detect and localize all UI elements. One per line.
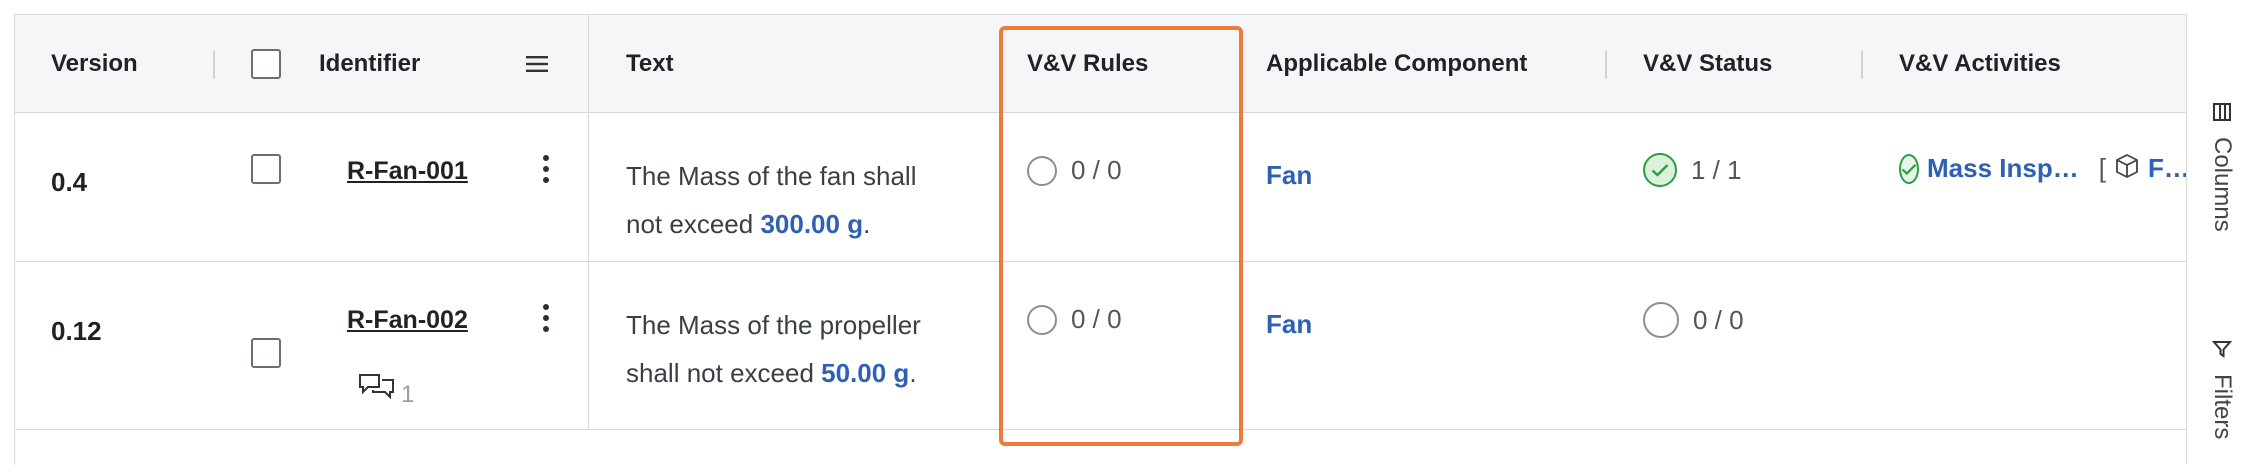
row-checkbox[interactable]	[251, 154, 281, 184]
select-all-checkbox-cell	[251, 15, 281, 112]
row-menu-icon[interactable]	[541, 304, 551, 332]
check-circle-icon	[1899, 153, 1919, 184]
empty-status-icon	[1027, 155, 1057, 186]
grid-header: Version Identifier Text V&V Rules Applic…	[15, 15, 2187, 113]
activity-link[interactable]: Mass Insp…	[1927, 153, 2079, 184]
column-resize-handle[interactable]	[213, 51, 215, 79]
requirement-value[interactable]: 50.00 g	[821, 358, 909, 388]
comments-indicator[interactable]: 1	[357, 372, 414, 409]
vv-status-count: 1 / 1	[1691, 154, 1742, 185]
vv-status-cell: 1 / 1	[1643, 153, 1742, 187]
comment-count: 1	[401, 381, 415, 408]
vv-activities-cell: Mass Insp… [ F…	[1899, 153, 2187, 184]
header-version-label: Version	[51, 49, 138, 77]
comment-icon	[357, 372, 397, 409]
columns-tab[interactable]: Columns	[2187, 102, 2256, 232]
row-select-cell	[251, 338, 281, 368]
header-vv-rules[interactable]: V&V Rules	[1027, 15, 1148, 112]
vv-status-cell: 0 / 0	[1643, 302, 1744, 338]
vv-rules-count: 0 / 0	[1071, 304, 1122, 334]
requirement-identifier-link[interactable]: R-Fan-002	[347, 306, 468, 335]
requirement-text: The Mass of the fan shall not exceed 300…	[626, 152, 956, 248]
select-all-checkbox[interactable]	[251, 48, 281, 79]
header-vv-rules-label: V&V Rules	[1027, 49, 1149, 77]
columns-icon	[2212, 102, 2232, 127]
filters-tab-label: Filters	[2209, 374, 2236, 440]
activity-component-link[interactable]: F…	[2148, 153, 2187, 184]
header-vv-activities[interactable]: V&V Activities	[1899, 15, 2061, 112]
empty-status-icon	[1643, 302, 1679, 338]
activity-bracket: [	[2098, 153, 2106, 183]
column-resize-handle[interactable]	[1861, 51, 1863, 79]
requirement-text-end: .	[863, 209, 871, 239]
filter-icon	[2211, 339, 2233, 364]
version-value: 0.4	[51, 167, 88, 197]
vv-rules-cell: 0 / 0	[1027, 155, 1122, 186]
requirement-text-end: .	[909, 358, 917, 388]
row-menu-icon[interactable]	[541, 155, 551, 183]
header-identifier[interactable]: Identifier	[319, 15, 420, 112]
vv-rules-cell: 0 / 0	[1027, 304, 1122, 335]
requirement-identifier-link[interactable]: R-Fan-001	[347, 157, 468, 186]
header-text-label: Text	[626, 49, 674, 77]
cube-icon	[2114, 153, 2140, 184]
column-menu-icon[interactable]	[526, 15, 548, 112]
header-applicable-component-label: Applicable Component	[1266, 49, 1528, 77]
version-value: 0.12	[51, 316, 102, 346]
table-row[interactable]: 0.12 R-Fan-002 1 The Mass of the propell…	[15, 262, 2187, 430]
component-link[interactable]: Fan	[1266, 160, 1312, 191]
row-select-cell	[251, 154, 281, 184]
empty-status-icon	[1027, 304, 1057, 335]
header-version[interactable]: Version	[51, 15, 138, 112]
columns-tab-label: Columns	[2209, 137, 2236, 232]
requirement-text: The Mass of the propeller shall not exce…	[626, 301, 956, 397]
column-resize-handle[interactable]	[1605, 51, 1607, 79]
requirements-grid: Version Identifier Text V&V Rules Applic…	[14, 14, 2187, 465]
vv-rules-count: 0 / 0	[1071, 155, 1122, 185]
requirement-value[interactable]: 300.00 g	[760, 209, 863, 239]
component-link[interactable]: Fan	[1266, 309, 1312, 340]
filters-tab[interactable]: Filters	[2187, 339, 2256, 439]
header-applicable-component[interactable]: Applicable Component	[1266, 15, 1527, 112]
side-panel: Columns Filters	[2186, 14, 2256, 464]
header-vv-activities-label: V&V Activities	[1899, 49, 2061, 77]
header-vv-status-label: V&V Status	[1643, 49, 1773, 77]
row-checkbox[interactable]	[251, 338, 281, 368]
header-identifier-label: Identifier	[319, 49, 421, 77]
header-text[interactable]: Text	[626, 15, 674, 112]
table-row[interactable]: 0.4 R-Fan-001 The Mass of the fan shall …	[15, 113, 2187, 262]
check-circle-icon	[1643, 153, 1677, 187]
header-vv-status[interactable]: V&V Status	[1643, 15, 1772, 112]
vv-status-count: 0 / 0	[1693, 304, 1744, 335]
